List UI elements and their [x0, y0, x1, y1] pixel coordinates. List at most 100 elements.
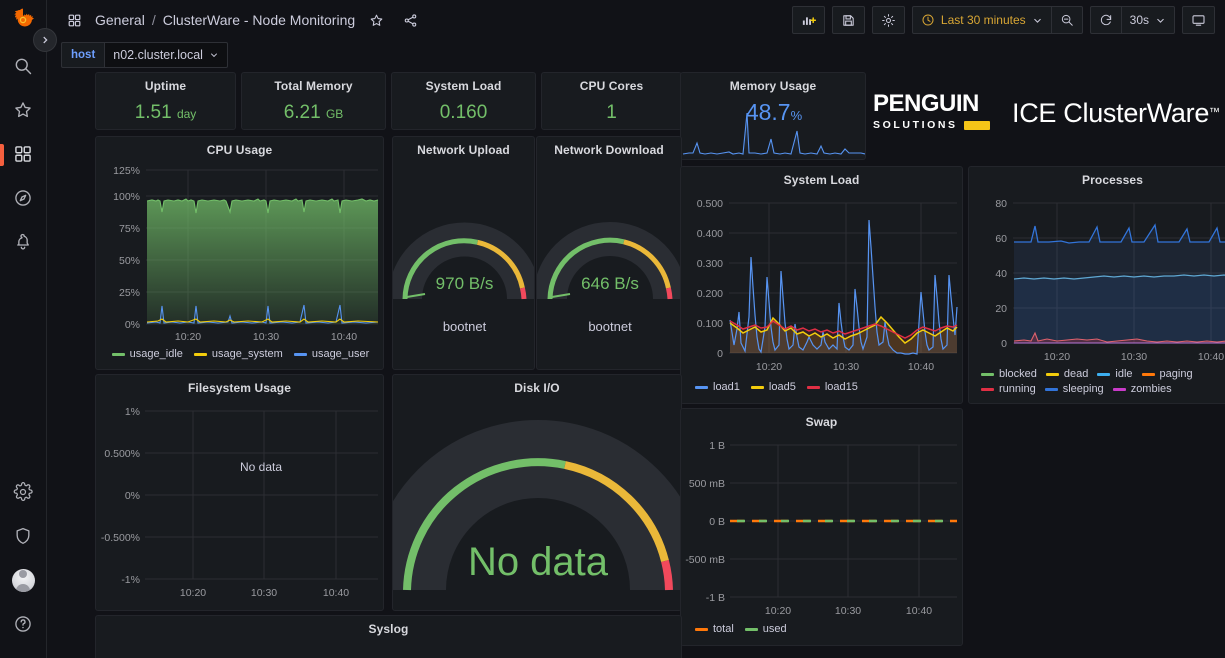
legend-item[interactable]: paging	[1142, 368, 1193, 380]
panel-title: CPU Usage	[96, 137, 383, 157]
sidebar-item-dashboards[interactable]	[0, 132, 47, 176]
legend-label: used	[763, 623, 787, 635]
variable-host-select[interactable]: n02.cluster.local	[104, 42, 228, 68]
x-tick-label: 10:40	[1198, 351, 1224, 363]
legend-item[interactable]: running	[981, 383, 1036, 395]
tv-mode-button[interactable]	[1182, 6, 1215, 34]
panel-system-load[interactable]: System Load 0.500 0.400 0.300 0.200 0.10…	[680, 166, 963, 404]
panel-title: Filesystem Usage	[96, 375, 383, 395]
legend-item[interactable]: used	[745, 623, 787, 635]
penguin-solutions-logo: PENGUIN SOLUTIONS	[873, 92, 1003, 140]
legend-item[interactable]: idle	[1097, 368, 1132, 380]
panel-cpu-cores[interactable]: CPU Cores 1	[541, 72, 682, 130]
y-tick-label: 75%	[119, 223, 140, 235]
refresh-dashboard-button[interactable]	[1090, 6, 1122, 34]
sidebar-item-help[interactable]	[0, 602, 47, 646]
panel-uptime[interactable]: Uptime 1.51 day	[95, 72, 236, 130]
sidebar-item-explore[interactable]	[0, 176, 47, 220]
sidebar-item-server-admin[interactable]	[0, 514, 47, 558]
dashboard-submenu: host n02.cluster.local	[47, 40, 1225, 70]
stat-number: 1	[606, 102, 617, 123]
time-range-picker[interactable]: Last 30 minutes	[912, 6, 1052, 34]
filesystem-usage-graph: 1% 0.500% 0% -0.500% -1%	[96, 397, 384, 610]
legend-item[interactable]: blocked	[981, 368, 1037, 380]
legend-item[interactable]: usage_user	[294, 348, 370, 360]
variable-host-label: host	[61, 42, 104, 68]
panel-disk-io[interactable]: Disk I/O No data	[392, 374, 682, 611]
y-tick-label: -1%	[121, 574, 140, 586]
sidebar-expand-toggle[interactable]	[33, 28, 57, 52]
legend-label: total	[713, 623, 734, 635]
x-tick-label: 10:20	[756, 361, 782, 373]
toolbar-actions: Last 30 minutes	[792, 6, 1215, 34]
legend-item[interactable]: load1	[695, 381, 740, 393]
page-title[interactable]: ClusterWare - Node Monitoring	[163, 12, 355, 28]
stat-value: 6.21 GB	[242, 102, 385, 124]
panel-title: Memory Usage	[681, 73, 865, 93]
panel-swap[interactable]: Swap 1 B 500 mB 0 B -500 mB -1 B	[680, 408, 963, 646]
x-tick-label: 10:40	[323, 587, 349, 599]
grafana-app: General / ClusterWare - Node Monitoring	[0, 0, 1225, 658]
panel-syslog[interactable]: Syslog	[95, 615, 682, 658]
chevron-down-icon	[209, 50, 219, 60]
panel-cpu-usage[interactable]: CPU Usage 125% 100% 75% 50% 25% 0%	[95, 136, 384, 370]
legend-swatch	[1113, 388, 1126, 391]
legend-swatch	[981, 388, 994, 391]
time-range-label: Last 30 minutes	[941, 13, 1026, 27]
zoom-out-time-button[interactable]	[1052, 6, 1083, 34]
bell-icon	[13, 232, 33, 252]
panel-memory-usage[interactable]: Memory Usage 48.7%	[680, 72, 866, 160]
panel-processes[interactable]: Processes 80 60 40 20 0	[968, 166, 1225, 404]
memory-usage-number: 48.7	[746, 99, 791, 125]
cpu-usage-graph: 125% 100% 75% 50% 25% 0%	[96, 157, 384, 347]
legend-item[interactable]: sleeping	[1045, 383, 1104, 395]
legend-item[interactable]: usage_idle	[112, 348, 183, 360]
x-tick-label: 10:20	[765, 605, 791, 617]
x-tick-label: 10:20	[180, 587, 206, 599]
variable-host-value: n02.cluster.local	[113, 48, 203, 62]
panel-system-load-stat[interactable]: System Load 0.160	[391, 72, 536, 130]
breadcrumb: General / ClusterWare - Node Monitoring	[95, 12, 355, 28]
dashboard-panels: Uptime 1.51 day Total Memory 6.21 GB Sys…	[47, 70, 1225, 658]
legend-item[interactable]: load5	[751, 381, 796, 393]
legend-label: running	[999, 383, 1036, 395]
panel-title: CPU Cores	[542, 73, 681, 93]
variable-host: host n02.cluster.local	[61, 42, 228, 68]
legend-swatch	[1045, 388, 1058, 391]
penguin-logo-main: PENGUIN	[873, 92, 1003, 116]
panel-network-upload[interactable]: Network Upload 970 B/s bootnet	[392, 136, 535, 370]
shield-icon	[13, 526, 33, 546]
x-tick-label: 10:30	[835, 605, 861, 617]
y-tick-label: 20	[995, 303, 1007, 315]
panel-network-download[interactable]: Network Download 646 B/s bootnet	[536, 136, 682, 370]
panel-filesystem-usage[interactable]: Filesystem Usage 1% 0.500% 0% -0.500% -1…	[95, 374, 384, 611]
legend-item[interactable]: usage_system	[194, 348, 283, 360]
gauge-series-label: bootnet	[393, 319, 535, 334]
legend-item[interactable]: zombies	[1113, 383, 1172, 395]
breadcrumb-folder[interactable]: General	[95, 12, 145, 28]
sidebar-item-configuration[interactable]	[0, 470, 47, 514]
panel-title: Uptime	[96, 73, 235, 93]
refresh-interval-picker[interactable]: 30s	[1122, 6, 1175, 34]
star-outline-icon	[369, 13, 384, 28]
legend-label: dead	[1064, 368, 1088, 380]
legend-item[interactable]: total	[695, 623, 734, 635]
panel-title: System Load	[392, 73, 535, 93]
add-panel-button[interactable]	[792, 6, 825, 34]
y-tick-label: 0.200	[697, 288, 723, 300]
legend-item[interactable]: dead	[1046, 368, 1088, 380]
system-load-graph: 0.500 0.400 0.300 0.200 0.100 0	[681, 187, 963, 382]
star-dashboard-button[interactable]	[363, 7, 389, 33]
sidebar-item-starred[interactable]	[0, 88, 47, 132]
stat-number: 6.21	[284, 102, 321, 123]
sidebar-item-alerting[interactable]	[0, 220, 47, 264]
gauge-no-data-value: No data	[468, 540, 609, 584]
dashboard-settings-button[interactable]	[872, 6, 905, 34]
save-dashboard-button[interactable]	[832, 6, 865, 34]
panel-total-memory[interactable]: Total Memory 6.21 GB	[241, 72, 386, 130]
sidebar-item-user-profile[interactable]	[0, 558, 47, 602]
share-dashboard-button[interactable]	[397, 7, 423, 33]
dashboard-breadcrumb-icon-button[interactable]	[61, 7, 87, 33]
legend-swatch	[981, 373, 994, 376]
legend-item[interactable]: load15	[807, 381, 858, 393]
